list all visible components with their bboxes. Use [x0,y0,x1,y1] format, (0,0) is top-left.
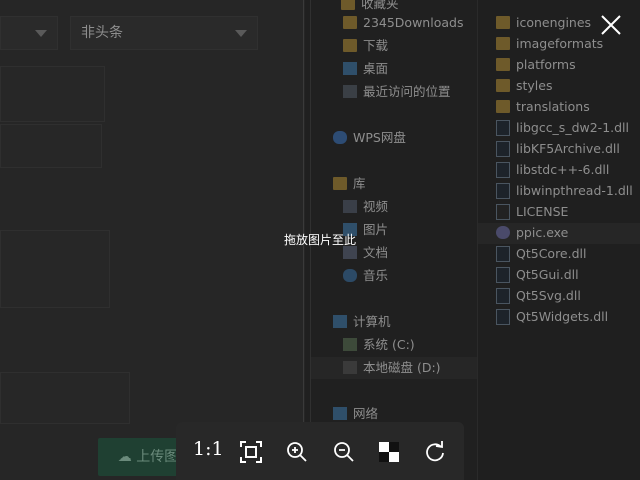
zoom-out-icon [334,442,354,462]
file-name: translations [516,99,590,114]
category-select[interactable] [0,16,58,50]
fit-window-button[interactable] [238,439,264,465]
dll-file-icon [496,246,510,262]
nav-item-label: 文档 [363,245,389,260]
file-name: libwinpthread-1.dll [516,183,633,198]
nav-item-label: 下载 [363,38,389,53]
form-field[interactable] [0,66,105,122]
transparency-grid-button[interactable] [376,439,402,465]
dll-file-icon [496,183,510,199]
nav-item-label: 图片 [363,222,389,237]
actual-size-button[interactable]: 1:1 [193,438,224,460]
headline-select[interactable]: 非头条 [70,16,258,50]
dll-file-icon [496,288,510,304]
rotate-button[interactable] [422,439,448,465]
file-name: Qt5Core.dll [516,246,587,261]
dll-file-icon [496,120,510,136]
form-field[interactable] [0,124,102,168]
cloud-upload-icon: ☁ [117,449,132,465]
download-folder-icon [343,39,357,52]
network-icon [333,407,347,420]
file-name: LICENSE [516,204,569,219]
transparency-grid-icon [379,442,399,462]
recent-icon [343,85,357,98]
desktop-icon [343,62,357,75]
folder-icon [343,16,357,29]
close-button[interactable] [598,12,624,38]
background-form: 非头条 ☁ 上传图片 1 [0,0,305,480]
exe-icon [496,226,510,239]
nav-item-label: 本地磁盘 (D:) [363,360,441,375]
nav-item-label: 音乐 [363,268,389,283]
file-name: styles [516,78,553,93]
rotate-icon [426,441,444,462]
form-field[interactable] [0,230,110,308]
cloud-icon [333,131,347,144]
drive-icon [343,338,357,351]
close-icon [601,15,621,35]
form-field[interactable] [0,372,130,424]
file-name: libstdc++-6.dll [516,162,610,177]
library-icon [333,177,347,190]
file-name: Qt5Svg.dll [516,288,581,303]
folder-icon [496,100,510,113]
zoom-in-icon [287,442,307,462]
zoom-in-button[interactable] [284,439,310,465]
folder-icon [496,37,510,50]
nav-item-label: 网络 [353,406,379,421]
music-icon [343,269,357,282]
headline-select-value: 非头条 [81,25,123,41]
dll-file-icon [496,141,510,157]
image-viewer-overlay: 非头条 ☁ 上传图片 1 收藏夹 2345Downloads 下载 桌面 最近访… [0,0,640,480]
computer-icon [333,315,347,328]
nav-item-label: 库 [353,176,366,191]
nav-item-label: 视频 [363,199,389,214]
file-name: libgcc_s_dw2-1.dll [516,120,630,135]
file-name: imageformats [516,36,604,51]
drive-icon [343,361,357,374]
nav-item-label: 桌面 [363,61,389,76]
folder-icon [496,79,510,92]
star-icon [341,0,355,10]
chevron-down-icon [35,30,47,37]
nav-item-label: WPS网盘 [353,130,406,145]
viewer-toolbar: 1:1 [176,422,464,480]
file-name: Qt5Widgets.dll [516,309,609,324]
file-name: Qt5Gui.dll [516,267,579,282]
chevron-down-icon [235,30,247,37]
dll-file-icon [496,162,510,178]
file-name: platforms [516,57,576,72]
file-icon [496,204,510,220]
file-name: iconengines [516,15,592,30]
nav-item-label: 收藏夹 [361,0,399,11]
file-name: ppic.exe [516,225,569,240]
video-icon [343,200,357,213]
nav-item-label: 计算机 [353,314,391,329]
file-name: libKF5Archive.dll [516,141,620,156]
folder-icon [496,58,510,71]
nav-item-label: 最近访问的位置 [363,84,451,99]
dll-file-icon [496,309,510,325]
dll-file-icon [496,267,510,283]
zoom-out-button[interactable] [331,439,357,465]
nav-item-label: 系统 (C:) [363,337,415,352]
drop-hint: 拖放图片至此 [284,233,357,247]
nav-item-label: 2345Downloads [363,15,464,30]
folder-icon [496,16,510,29]
fit-window-icon [240,441,262,463]
